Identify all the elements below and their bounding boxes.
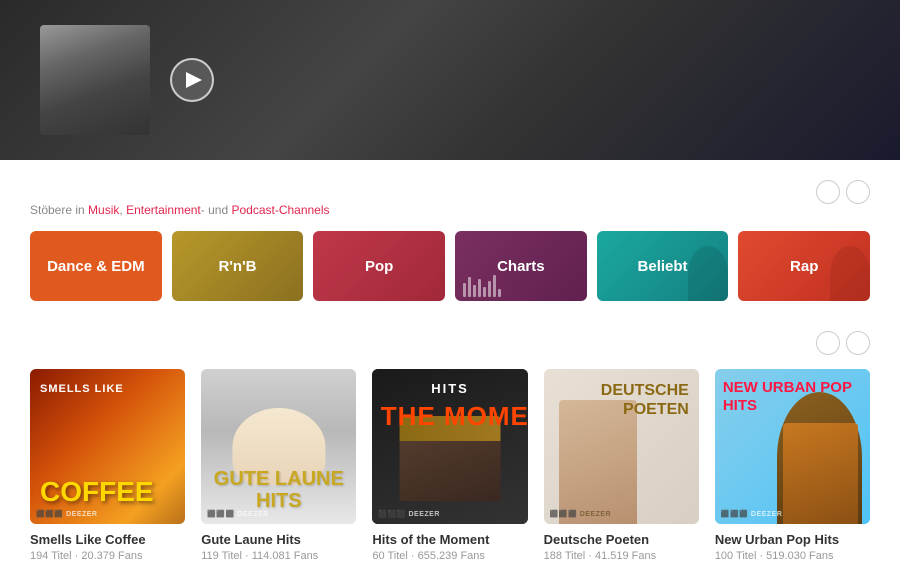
playlist-name-1: Gute Laune Hits [201,532,356,547]
discover-prev-button[interactable] [816,180,840,204]
playlist-thumb-3: DEUTSCHEPOETEN ⬛⬛⬛ DEEZER [544,369,699,524]
thumb-main-2: OF THE MOMENT [372,401,527,432]
genre-card-pop[interactable]: Pop [313,231,445,301]
playlist-name-4: New Urban Pop Hits [715,532,870,547]
playlist-meta-2: 60 Titel · 655.239 Fans [372,550,527,562]
playlists-section: SMELLS LIKE COFFEE ⬛⬛⬛ DEEZER Smells Lik… [30,331,870,562]
genre-card-r-n-b[interactable]: R'n'B [172,231,304,301]
thumb-main-0: COFFEE [40,478,154,506]
deezer-mark-1: ⬛⬛⬛ DEEZER [207,510,269,518]
playlist-card-2[interactable]: HITS OF THE MOMENT ⬛⬛⬛ DEEZER Hits of th… [372,369,527,562]
playlist-thumb-0: SMELLS LIKE COFFEE ⬛⬛⬛ DEEZER [30,369,185,524]
playlist-thumb-1: GUTE LAUNEHITS ⬛⬛⬛ DEEZER [201,369,356,524]
discover-link-entertainment[interactable]: Entertainment [126,203,201,217]
playlist-thumb-4: NEW URBAN POPHITS ⬛⬛⬛ DEEZER [715,369,870,524]
discover-next-button[interactable] [846,180,870,204]
genre-grid: Dance & EDM R'n'B Pop Charts Beliebt Rap [30,231,870,301]
discover-header-left: Stöbere in Musik, Entertainment- und Pod… [30,180,330,217]
genre-label-4: Beliebt [630,258,696,275]
genre-label-2: Pop [357,258,401,275]
playlist-meta-1: 119 Titel · 114.081 Fans [201,550,356,562]
thumb-main-4: NEW URBAN POPHITS [723,379,852,415]
playlist-card-0[interactable]: SMELLS LIKE COFFEE ⬛⬛⬛ DEEZER Smells Lik… [30,369,185,562]
playlist-meta-0: 194 Titel · 20.379 Fans [30,550,185,562]
discover-link-podcast[interactable]: Podcast-Channels [231,203,329,217]
playlists-prev-button[interactable] [816,331,840,355]
playlist-card-1[interactable]: GUTE LAUNEHITS ⬛⬛⬛ DEEZER Gute Laune Hit… [201,369,356,562]
thumb-overlay-1: GUTE LAUNEHITS [201,468,356,512]
hero-banner [0,0,900,160]
discover-header: Stöbere in Musik, Entertainment- und Pod… [30,180,870,217]
discover-nav [816,180,870,204]
genre-label-1: R'n'B [211,258,265,275]
deezer-mark-4: ⬛⬛⬛ DEEZER [721,510,783,518]
discover-title[interactable] [30,180,330,200]
playlist-meta-3: 188 Titel · 41.519 Fans [544,550,699,562]
playlist-name-3: Deutsche Poeten [544,532,699,547]
playlists-next-button[interactable] [846,331,870,355]
genre-label-0: Dance & EDM [39,258,153,275]
thumb-main-3: DEUTSCHEPOETEN [601,381,689,419]
play-button[interactable] [170,58,214,102]
playlist-name-2: Hits of the Moment [372,532,527,547]
playlists-header [30,331,870,355]
deezer-mark-2: ⬛⬛⬛ DEEZER [378,510,440,518]
genre-card-charts[interactable]: Charts [455,231,587,301]
playlist-thumb-2: HITS OF THE MOMENT ⬛⬛⬛ DEEZER [372,369,527,524]
deezer-mark-3: ⬛⬛⬛ DEEZER [550,510,612,518]
main-content: Stöbere in Musik, Entertainment- und Pod… [0,160,900,582]
genre-card-beliebt[interactable]: Beliebt [597,231,729,301]
genre-label-5: Rap [782,258,826,275]
discover-section: Stöbere in Musik, Entertainment- und Pod… [30,180,870,301]
playlist-grid: SMELLS LIKE COFFEE ⬛⬛⬛ DEEZER Smells Lik… [30,369,870,562]
genre-card-rap[interactable]: Rap [738,231,870,301]
playlist-card-3[interactable]: DEUTSCHEPOETEN ⬛⬛⬛ DEEZER Deutsche Poete… [544,369,699,562]
playlist-card-4[interactable]: NEW URBAN POPHITS ⬛⬛⬛ DEEZER New Urban P… [715,369,870,562]
thumb-sub-0: SMELLS LIKE [40,383,124,395]
thumb-main-1: GUTE LAUNEHITS [201,468,356,512]
discover-subtitle: Stöbere in Musik, Entertainment- und Pod… [30,203,330,217]
thumb-top-2: HITS [431,381,469,396]
playlist-name-0: Smells Like Coffee [30,532,185,547]
genre-label-3: Charts [489,258,553,275]
discover-link-musik[interactable]: Musik [88,203,119,217]
hero-album-art [40,25,150,135]
deezer-mark-0: ⬛⬛⬛ DEEZER [36,510,98,518]
playlists-nav [816,331,870,355]
playlist-meta-4: 100 Titel · 519.030 Fans [715,550,870,562]
genre-card-dance---edm[interactable]: Dance & EDM [30,231,162,301]
